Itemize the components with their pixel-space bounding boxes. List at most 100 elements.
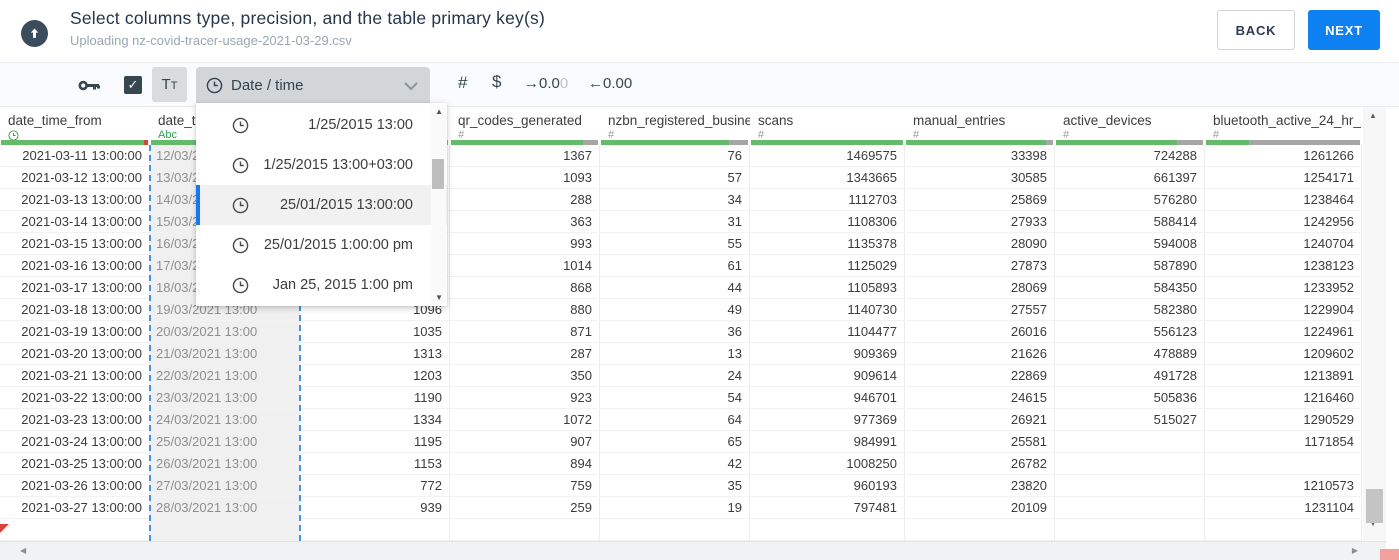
table-cell[interactable]: 2021-03-24 13:00:00 xyxy=(0,431,150,452)
table-cell[interactable]: 259 xyxy=(450,497,600,518)
text-type-button[interactable]: TT xyxy=(152,67,187,102)
table-cell[interactable]: 34 xyxy=(600,189,750,210)
table-cell[interactable]: 1210573 xyxy=(1205,475,1362,496)
vertical-scrollbar[interactable]: ▲ ▼ xyxy=(1363,107,1386,541)
table-cell[interactable]: 26016 xyxy=(905,321,1055,342)
table-cell[interactable]: 363 xyxy=(450,211,600,232)
boolean-type-checkbox[interactable]: ✓ xyxy=(124,76,142,94)
table-cell[interactable]: 1112703 xyxy=(750,189,905,210)
horizontal-scrollbar[interactable]: ◀ ▶ xyxy=(0,541,1386,560)
table-cell[interactable]: 25581 xyxy=(905,431,1055,452)
table-cell[interactable] xyxy=(1205,519,1362,540)
table-cell[interactable]: 1093 xyxy=(450,167,600,188)
table-cell[interactable]: 1190 xyxy=(300,387,450,408)
column-header[interactable]: scans # xyxy=(750,107,905,145)
table-cell[interactable]: 24615 xyxy=(905,387,1055,408)
table-cell[interactable]: 1367 xyxy=(450,145,600,166)
table-cell[interactable] xyxy=(0,519,150,540)
table-cell[interactable]: 31 xyxy=(600,211,750,232)
table-cell[interactable] xyxy=(750,519,905,540)
table-cell[interactable]: 1216460 xyxy=(1205,387,1362,408)
scroll-left-icon[interactable]: ◀ xyxy=(20,546,26,555)
table-cell[interactable]: 588414 xyxy=(1055,211,1205,232)
table-cell[interactable]: 1334 xyxy=(300,409,450,430)
table-cell[interactable]: 26782 xyxy=(905,453,1055,474)
table-cell[interactable]: 868 xyxy=(450,277,600,298)
column-header[interactable]: qr_codes_generated # xyxy=(450,107,600,145)
table-cell[interactable]: 505836 xyxy=(1055,387,1205,408)
dropdown-item[interactable]: 25/01/2015 13:00:00 xyxy=(196,185,447,225)
column-header[interactable]: bluetooth_active_24_hr_ # xyxy=(1205,107,1362,145)
table-cell[interactable]: 287 xyxy=(450,343,600,364)
table-cell[interactable] xyxy=(1055,431,1205,452)
table-cell[interactable]: 1229904 xyxy=(1205,299,1362,320)
table-cell[interactable] xyxy=(150,519,300,540)
table-cell[interactable]: 1072 xyxy=(450,409,600,430)
table-cell[interactable]: 1209602 xyxy=(1205,343,1362,364)
column-header[interactable]: nzbn_registered_busine # xyxy=(600,107,750,145)
table-cell[interactable]: 1238123 xyxy=(1205,255,1362,276)
table-cell[interactable]: 13 xyxy=(600,343,750,364)
table-cell[interactable]: 2021-03-14 13:00:00 xyxy=(0,211,150,232)
scroll-up-icon[interactable]: ▲ xyxy=(435,107,443,116)
table-cell[interactable]: 946701 xyxy=(750,387,905,408)
table-cell[interactable]: 894 xyxy=(450,453,600,474)
table-cell[interactable]: 1008250 xyxy=(750,453,905,474)
table-cell[interactable]: 76 xyxy=(600,145,750,166)
table-cell[interactable]: 49 xyxy=(600,299,750,320)
table-cell[interactable]: 22869 xyxy=(905,365,1055,386)
scroll-up-icon[interactable]: ▲ xyxy=(1369,111,1377,120)
table-cell[interactable]: 584350 xyxy=(1055,277,1205,298)
table-cell[interactable]: 909614 xyxy=(750,365,905,386)
scroll-right-icon[interactable]: ▶ xyxy=(1352,546,1358,555)
table-cell[interactable]: 54 xyxy=(600,387,750,408)
currency-type-icon[interactable]: $ xyxy=(492,72,501,92)
table-cell[interactable]: 1135378 xyxy=(750,233,905,254)
table-cell[interactable]: 2021-03-17 13:00:00 xyxy=(0,277,150,298)
primary-key-icon[interactable] xyxy=(78,79,102,97)
table-cell[interactable]: 1290529 xyxy=(1205,409,1362,430)
next-button[interactable]: NEXT xyxy=(1308,10,1380,50)
table-cell[interactable]: 19 xyxy=(600,497,750,518)
table-cell[interactable]: 491728 xyxy=(1055,365,1205,386)
table-cell[interactable]: 1153 xyxy=(300,453,450,474)
table-cell[interactable]: 21/03/2021 13:00 xyxy=(150,343,300,364)
table-cell[interactable]: 1105893 xyxy=(750,277,905,298)
table-cell[interactable]: 1231104 xyxy=(1205,497,1362,518)
table-cell[interactable]: 28090 xyxy=(905,233,1055,254)
table-cell[interactable] xyxy=(600,519,750,540)
table-cell[interactable]: 1203 xyxy=(300,365,450,386)
table-cell[interactable]: 1343665 xyxy=(750,167,905,188)
table-cell[interactable]: 1254171 xyxy=(1205,167,1362,188)
dropdown-scrollbar-thumb[interactable] xyxy=(432,159,444,189)
table-cell[interactable]: 1469575 xyxy=(750,145,905,166)
table-cell[interactable]: 350 xyxy=(450,365,600,386)
table-cell[interactable]: 594008 xyxy=(1055,233,1205,254)
table-cell[interactable]: 2021-03-27 13:00:00 xyxy=(0,497,150,518)
table-cell[interactable]: 2021-03-21 13:00:00 xyxy=(0,365,150,386)
table-cell[interactable]: 1014 xyxy=(450,255,600,276)
table-cell[interactable]: 27/03/2021 13:00 xyxy=(150,475,300,496)
table-cell[interactable]: 27557 xyxy=(905,299,1055,320)
table-cell[interactable]: 1233952 xyxy=(1205,277,1362,298)
table-cell[interactable]: 907 xyxy=(450,431,600,452)
scroll-down-icon[interactable]: ▼ xyxy=(435,293,443,302)
table-cell[interactable]: 20109 xyxy=(905,497,1055,518)
vertical-scrollbar-thumb[interactable] xyxy=(1366,489,1383,523)
table-cell[interactable]: 1171854 xyxy=(1205,431,1362,452)
table-cell[interactable]: 1140730 xyxy=(750,299,905,320)
table-cell[interactable]: 1313 xyxy=(300,343,450,364)
table-cell[interactable]: 2021-03-23 13:00:00 xyxy=(0,409,150,430)
table-cell[interactable]: 2021-03-25 13:00:00 xyxy=(0,453,150,474)
table-cell[interactable]: 772 xyxy=(300,475,450,496)
dropdown-item[interactable]: Jan 25, 2015 1:00 pm xyxy=(196,265,447,305)
table-cell[interactable]: 871 xyxy=(450,321,600,342)
table-cell[interactable] xyxy=(450,519,600,540)
table-cell[interactable]: 64 xyxy=(600,409,750,430)
table-cell[interactable]: 1242956 xyxy=(1205,211,1362,232)
table-cell[interactable]: 587890 xyxy=(1055,255,1205,276)
table-cell[interactable]: 1224961 xyxy=(1205,321,1362,342)
table-cell[interactable]: 797481 xyxy=(750,497,905,518)
table-cell[interactable]: 28069 xyxy=(905,277,1055,298)
dropdown-item[interactable]: 1/25/2015 13:00 xyxy=(196,105,447,145)
